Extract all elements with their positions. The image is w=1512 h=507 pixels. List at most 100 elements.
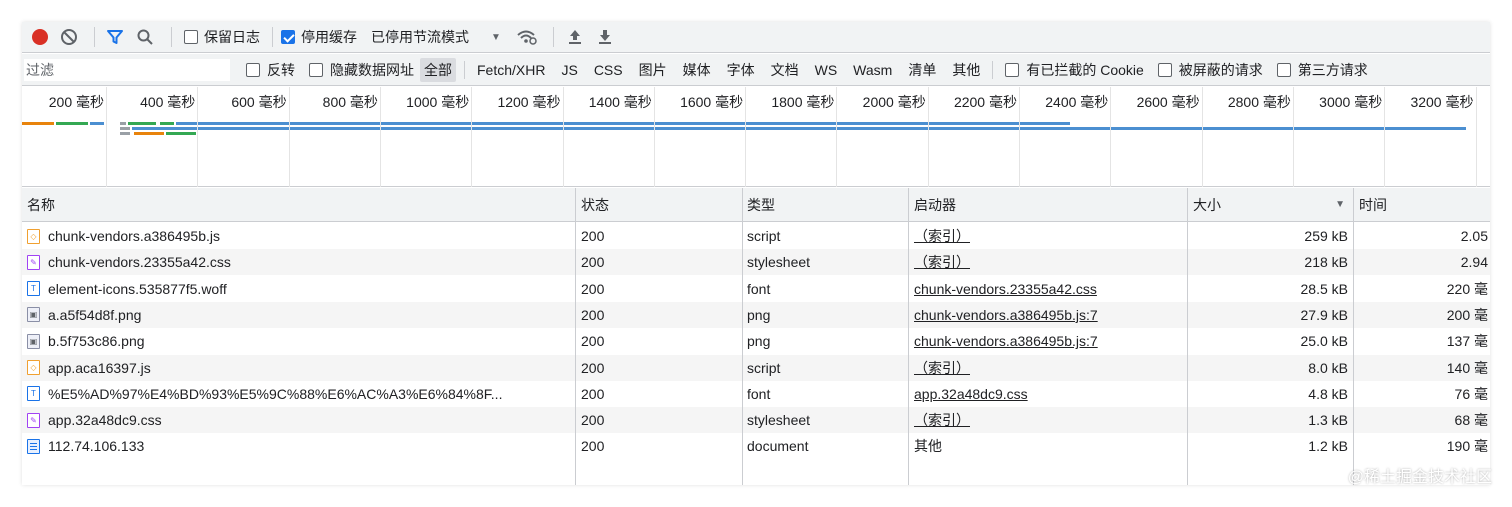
table-row[interactable]: ▣ b.5f753c86.png 200 png chunk-vendors.a3864… xyxy=(22,328,1490,354)
overview-bar-blue xyxy=(176,122,1070,125)
cell-type: stylesheet xyxy=(747,412,811,429)
table-row[interactable]: ▣ a.a5f54d8f.png 200 png chunk-vendors.a3864… xyxy=(22,301,1490,328)
type-filter-other[interactable]: 其他 xyxy=(948,58,984,82)
type-filter-ws[interactable]: WS xyxy=(811,60,842,80)
export-icon xyxy=(598,30,611,44)
cell-time: 137 毫 xyxy=(1446,333,1488,350)
blocked-cookies-check[interactable] xyxy=(1005,62,1020,77)
cell-initiator[interactable]: （索引） xyxy=(914,249,1184,275)
blocked-requests-checkbox[interactable]: 被屏蔽的请求 xyxy=(1157,60,1263,80)
column-header-time[interactable]: 时间 xyxy=(1354,188,1490,222)
table-row[interactable]: ◇ app.aca16397.js 200 script （索引） 8.0 kB 140 毫 xyxy=(22,354,1490,381)
type-filter-img[interactable]: 图片 xyxy=(635,58,671,82)
blocked-cookies-checkbox[interactable]: 有已拦截的 Cookie xyxy=(1005,60,1144,80)
type-filter-js[interactable]: JS xyxy=(557,60,581,80)
throttling-select[interactable]: 已停用节流模式 ▼ xyxy=(371,27,501,47)
table-row[interactable]: ◇ chunk-vendors.a386495b.js 200 script （索引） 2… xyxy=(22,223,1490,249)
table-row[interactable]: Telement-icons.535877f5.woff 200 font chunk… xyxy=(22,276,1490,302)
cell-initiator[interactable]: chunk-vendors.a386495b.js:7 xyxy=(914,328,1184,354)
cell-name[interactable]: ✎ app.32a48dc9.css xyxy=(27,407,575,433)
cell-name[interactable]: ◇ chunk-vendors.a386495b.js xyxy=(27,223,575,249)
import-har-button[interactable] xyxy=(560,22,590,53)
request-name: chunk-vendors.a386495b.js xyxy=(48,228,221,244)
cell-name[interactable]: ▣ a.a5f54d8f.png xyxy=(27,302,575,328)
column-header-status[interactable]: 状态 xyxy=(576,188,742,222)
preserve-log-checkbox[interactable]: 保留日志 xyxy=(180,22,260,53)
cell-name[interactable]: T %E5%AD%97%E4%BD%93%E5%9C%88%E6%AC%A3%E6… xyxy=(27,381,575,407)
type-filter-fetch-xhr[interactable]: Fetch/XHR xyxy=(473,60,549,80)
column-header-name[interactable]: 名称 xyxy=(22,188,575,222)
blocked-requests-check[interactable] xyxy=(1157,62,1172,77)
column-header-initiator[interactable]: 启动器 xyxy=(909,188,1187,222)
blocked-requests-label: 被屏蔽的请求 xyxy=(1178,61,1263,78)
overview-tick-label: 600 毫秒 xyxy=(231,94,287,110)
overview-tick-label: 2400 毫秒 xyxy=(1045,94,1109,110)
cell-name[interactable]: ◇ app.aca16397.js xyxy=(27,355,575,381)
overview-grid-line xyxy=(1475,87,1477,187)
cell-name[interactable]: 112.74.106.133 xyxy=(27,433,575,459)
preserve-log-check[interactable] xyxy=(184,30,198,44)
toolbar-divider xyxy=(94,27,95,47)
request-name: b.5f753c86.png xyxy=(48,333,145,350)
network-conditions-button[interactable] xyxy=(507,22,547,53)
invert-label: 反转 xyxy=(267,61,295,78)
clear-button[interactable] xyxy=(52,22,86,53)
disable-cache-check[interactable] xyxy=(281,30,295,44)
cell-type: font xyxy=(747,385,771,402)
overview-bar-green xyxy=(166,132,196,135)
type-filter-wasm[interactable]: Wasm xyxy=(849,60,896,80)
table-row[interactable]: ✎ app.32a48dc9.css 200 stylesheet （索引） 1.3 kB… xyxy=(22,407,1490,434)
third-party-check[interactable] xyxy=(1276,62,1291,77)
type-filter-doc[interactable]: 文档 xyxy=(767,58,803,82)
type-filter-font[interactable]: 字体 xyxy=(723,58,759,82)
type-filter-css[interactable]: CSS xyxy=(590,60,627,80)
search-button[interactable] xyxy=(127,22,163,53)
column-header-type[interactable]: 类型 xyxy=(742,188,908,222)
search-icon xyxy=(137,29,153,45)
filter-button[interactable] xyxy=(103,22,127,53)
hide-data-urls-check[interactable] xyxy=(309,62,323,77)
table-row[interactable]: T %E5%AD%97%E4%BD%93%E5%9C%88%E6%AC%A3%E6… xyxy=(22,381,1490,407)
clear-icon xyxy=(61,29,77,45)
type-filter-all[interactable]: 全部 xyxy=(420,57,456,82)
record-button[interactable] xyxy=(22,22,52,53)
type-filter-manifest[interactable]: 清单 xyxy=(904,58,940,82)
record-icon xyxy=(32,29,48,45)
hide-data-urls-checkbox[interactable]: 隐藏数据网址 xyxy=(309,60,414,80)
table-row[interactable]: 112.74.106.133 200 document 其他 1.2 kB 190 毫 xyxy=(22,433,1490,459)
cell-status: 200 xyxy=(581,228,605,244)
cell-initiator[interactable]: （索引） xyxy=(914,407,1184,433)
column-header-size-label: 大小 xyxy=(1193,197,1221,213)
disable-cache-checkbox[interactable]: 停用缓存 xyxy=(281,22,357,53)
toolbar-divider xyxy=(272,27,273,47)
overview-grid-line xyxy=(927,87,929,187)
filter-input[interactable]: 过滤 xyxy=(24,58,230,81)
type-filter-media[interactable]: 媒体 xyxy=(679,58,715,82)
column-header-size[interactable]: 大小 ▼ xyxy=(1188,188,1353,222)
cell-initiator[interactable]: app.32a48dc9.css xyxy=(914,381,1184,407)
invert-checkbox[interactable]: 反转 xyxy=(246,60,295,80)
network-conditions-icon xyxy=(517,30,537,45)
cell-initiator[interactable]: （索引） xyxy=(914,355,1184,381)
throttling-value: 已停用节流模式 xyxy=(371,29,469,45)
overview-tick-label: 1600 毫秒 xyxy=(680,94,744,110)
cell-name[interactable]: ✎ chunk-vendors.23355a42.css xyxy=(27,249,575,275)
third-party-checkbox[interactable]: 第三方请求 xyxy=(1276,60,1368,80)
cell-initiator[interactable]: （索引） xyxy=(914,223,1184,249)
export-har-button[interactable] xyxy=(590,22,620,53)
overview-grid-line xyxy=(562,87,564,187)
cell-name[interactable]: ▣ b.5f753c86.png xyxy=(27,328,575,354)
request-name: element-icons.535877f5.woff xyxy=(48,280,227,297)
network-overview-timeline[interactable]: 200 毫秒 400 毫秒 600 毫秒 800 毫秒 1000 毫秒 1200 毫秒 14… xyxy=(22,87,1490,187)
cell-name[interactable]: Telement-icons.535877f5.woff xyxy=(27,276,575,302)
cell-initiator[interactable]: chunk-vendors.23355a42.css xyxy=(914,276,1184,302)
table-row[interactable]: ✎ chunk-vendors.23355a42.css 200 stylesheet… xyxy=(22,249,1490,276)
cell-initiator[interactable]: chunk-vendors.a386495b.js:7 xyxy=(914,302,1184,328)
cell-size: 4.8 kB xyxy=(1308,385,1348,402)
invert-check[interactable] xyxy=(246,62,260,77)
request-name: app.32a48dc9.css xyxy=(48,412,162,429)
filter-icon xyxy=(107,30,123,44)
cell-initiator: 其他 xyxy=(914,438,942,455)
img-file-icon: ▣ xyxy=(27,333,40,349)
overview-bar-gray xyxy=(120,122,126,125)
